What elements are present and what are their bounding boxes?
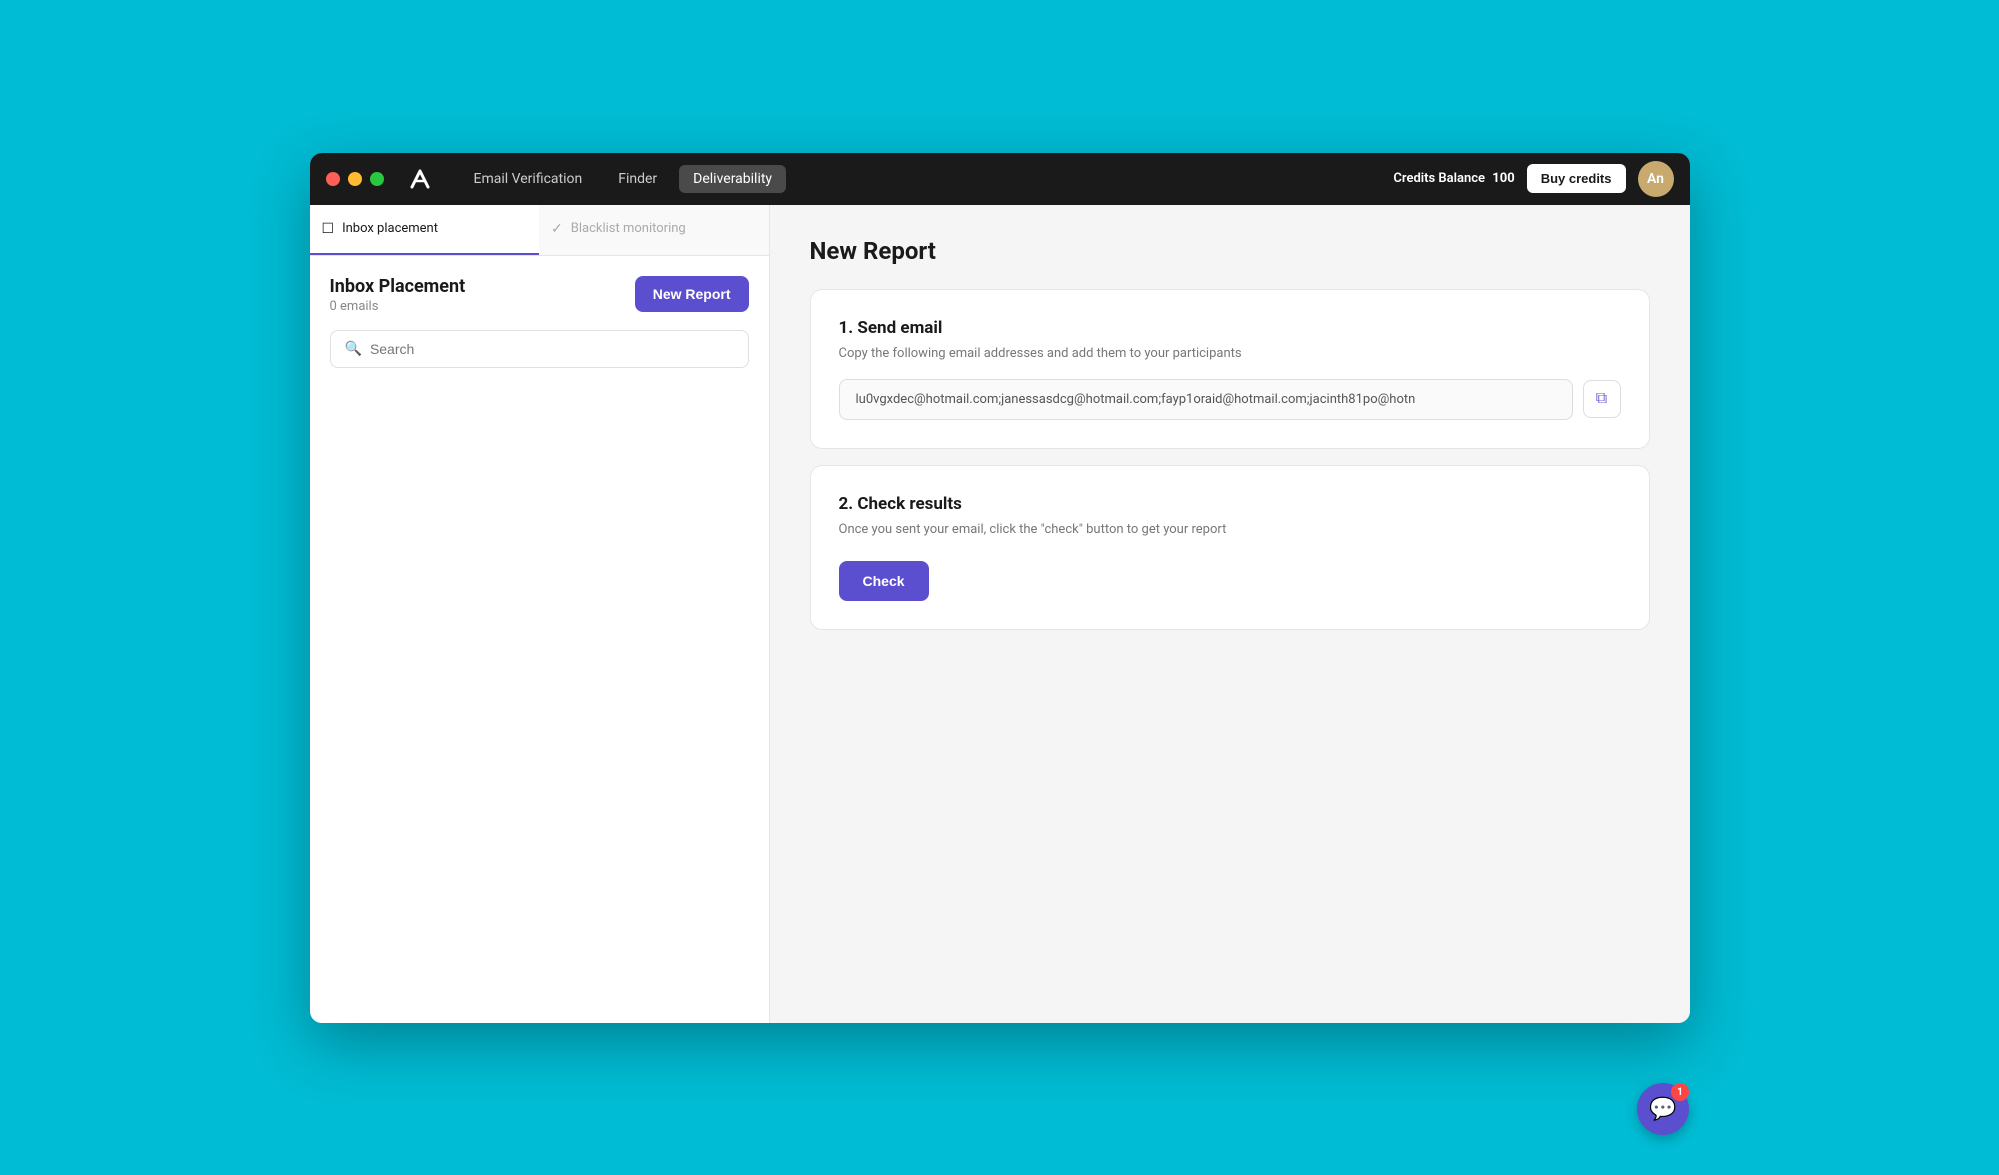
maximize-button[interactable] <box>370 172 384 186</box>
step2-title: 2. Check results <box>839 494 1621 514</box>
main-layout: ☐ Inbox placement ✓ Blacklist monitoring… <box>310 205 1690 1023</box>
sidebar-subtitle: 0 emails <box>330 299 466 314</box>
window-controls <box>326 172 384 186</box>
search-input[interactable] <box>370 341 734 357</box>
search-icon: 🔍 <box>345 341 362 357</box>
sidebar: ☐ Inbox placement ✓ Blacklist monitoring… <box>310 205 770 1023</box>
tab-blacklist-monitoring[interactable]: ✓ Blacklist monitoring <box>539 205 769 255</box>
step1-card: 1. Send email Copy the following email a… <box>810 289 1650 449</box>
buy-credits-button[interactable]: Buy credits <box>1527 164 1626 193</box>
sidebar-content: Inbox Placement 0 emails New Report 🔍 <box>310 256 769 388</box>
sidebar-header: Inbox Placement 0 emails New Report <box>330 276 749 314</box>
step1-title: 1. Send email <box>839 318 1621 338</box>
minimize-button[interactable] <box>348 172 362 186</box>
nav-finder[interactable]: Finder <box>604 165 671 193</box>
new-report-button[interactable]: New Report <box>635 276 749 312</box>
check-button[interactable]: Check <box>839 561 929 601</box>
app-window: Email Verification Finder Deliverability… <box>310 153 1690 1023</box>
step2-card: 2. Check results Once you sent your emai… <box>810 465 1650 630</box>
sidebar-title: Inbox Placement <box>330 276 466 297</box>
inbox-placement-icon: ☐ <box>322 221 335 237</box>
copy-button[interactable]: ⧉ <box>1583 380 1621 418</box>
chat-bubble[interactable]: 💬 1 <box>1637 1083 1689 1135</box>
sidebar-tabs: ☐ Inbox placement ✓ Blacklist monitoring <box>310 205 769 256</box>
tab-inbox-placement[interactable]: ☐ Inbox placement <box>310 205 540 255</box>
main-content: New Report 1. Send email Copy the follow… <box>770 205 1690 1023</box>
titlebar: Email Verification Finder Deliverability… <box>310 153 1690 205</box>
blacklist-icon: ✓ <box>551 221 563 237</box>
tab-inbox-placement-label: Inbox placement <box>342 221 438 236</box>
nav-items: Email Verification Finder Deliverability <box>460 165 1394 193</box>
nav-deliverability[interactable]: Deliverability <box>679 165 786 193</box>
email-field: lu0vgxdec@hotmail.com;janessasdcg@hotmai… <box>839 379 1573 420</box>
app-logo <box>404 163 436 195</box>
chat-icon: 💬 <box>1649 1097 1676 1122</box>
tab-blacklist-label: Blacklist monitoring <box>571 221 686 236</box>
nav-email-verification[interactable]: Email Verification <box>460 165 597 193</box>
sidebar-title-group: Inbox Placement 0 emails <box>330 276 466 314</box>
copy-icon: ⧉ <box>1596 390 1607 408</box>
email-row: lu0vgxdec@hotmail.com;janessasdcg@hotmai… <box>839 379 1621 420</box>
step2-description: Once you sent your email, click the "che… <box>839 522 1621 537</box>
credits-balance-label: Credits Balance 100 <box>1393 171 1514 186</box>
chat-badge: 1 <box>1671 1083 1689 1101</box>
page-title: New Report <box>810 237 1650 265</box>
close-button[interactable] <box>326 172 340 186</box>
nav-right: Credits Balance 100 Buy credits An <box>1393 161 1673 197</box>
avatar: An <box>1638 161 1674 197</box>
step1-description: Copy the following email addresses and a… <box>839 346 1621 361</box>
search-box: 🔍 <box>330 330 749 368</box>
